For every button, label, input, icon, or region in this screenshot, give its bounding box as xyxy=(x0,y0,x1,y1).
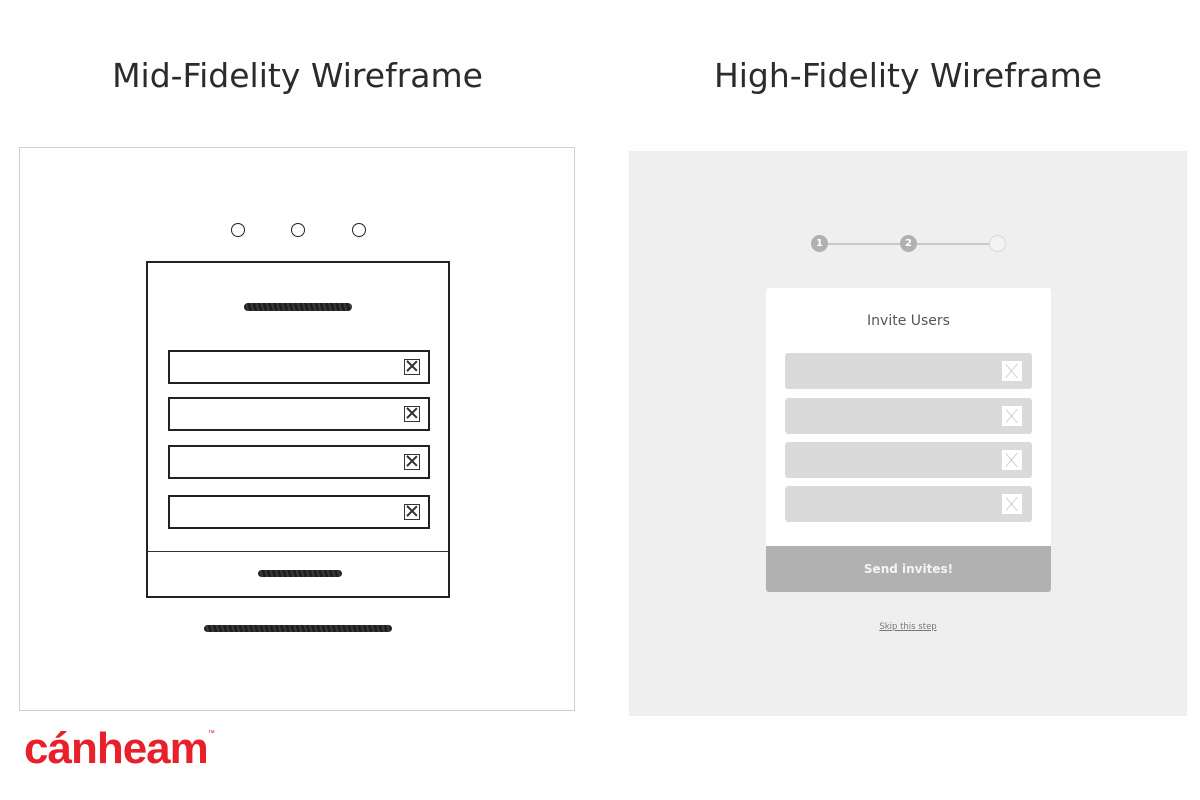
step-2: 2 xyxy=(900,235,917,252)
sketch-link-scribble xyxy=(204,625,392,632)
invite-card: Invite Users Send invites! xyxy=(766,288,1051,592)
step-3 xyxy=(989,235,1006,252)
step-dot-2 xyxy=(291,223,305,237)
sketch-divider xyxy=(148,551,448,552)
x-box-icon xyxy=(404,406,420,422)
x-box-icon xyxy=(404,359,420,375)
sketch-button-scribble xyxy=(258,570,342,577)
trademark-mark: ™ xyxy=(207,730,215,737)
email-field-2[interactable] xyxy=(785,398,1032,434)
sketch-field-1 xyxy=(168,350,430,384)
sketch-field-3 xyxy=(168,445,430,479)
email-field-3[interactable] xyxy=(785,442,1032,478)
step-connector xyxy=(828,243,900,245)
sketch-field-4 xyxy=(168,495,430,529)
high-fidelity-heading: High-Fidelity Wireframe xyxy=(713,56,1103,95)
step-dot-3 xyxy=(352,223,366,237)
send-invites-button[interactable]: Send invites! xyxy=(766,546,1051,592)
close-icon[interactable] xyxy=(1002,406,1022,426)
brand-logo: cánheam™ xyxy=(24,724,215,774)
sketch-title-scribble xyxy=(244,303,352,311)
step-1: 1 xyxy=(811,235,828,252)
email-field-4[interactable] xyxy=(785,486,1032,522)
sketch-field-2 xyxy=(168,397,430,431)
close-icon[interactable] xyxy=(1002,494,1022,514)
x-box-icon xyxy=(404,504,420,520)
skip-step-link[interactable]: Skip this step xyxy=(629,622,1187,632)
email-field-1[interactable] xyxy=(785,353,1032,389)
step-dot-1 xyxy=(231,223,245,237)
close-icon[interactable] xyxy=(1002,361,1022,381)
x-box-icon xyxy=(404,454,420,470)
sketch-card xyxy=(146,261,450,598)
mid-fidelity-heading: Mid-Fidelity Wireframe xyxy=(112,56,483,95)
logo-text: cánheam xyxy=(24,724,209,773)
step-connector xyxy=(917,243,989,245)
card-title: Invite Users xyxy=(867,313,950,329)
close-icon[interactable] xyxy=(1002,450,1022,470)
